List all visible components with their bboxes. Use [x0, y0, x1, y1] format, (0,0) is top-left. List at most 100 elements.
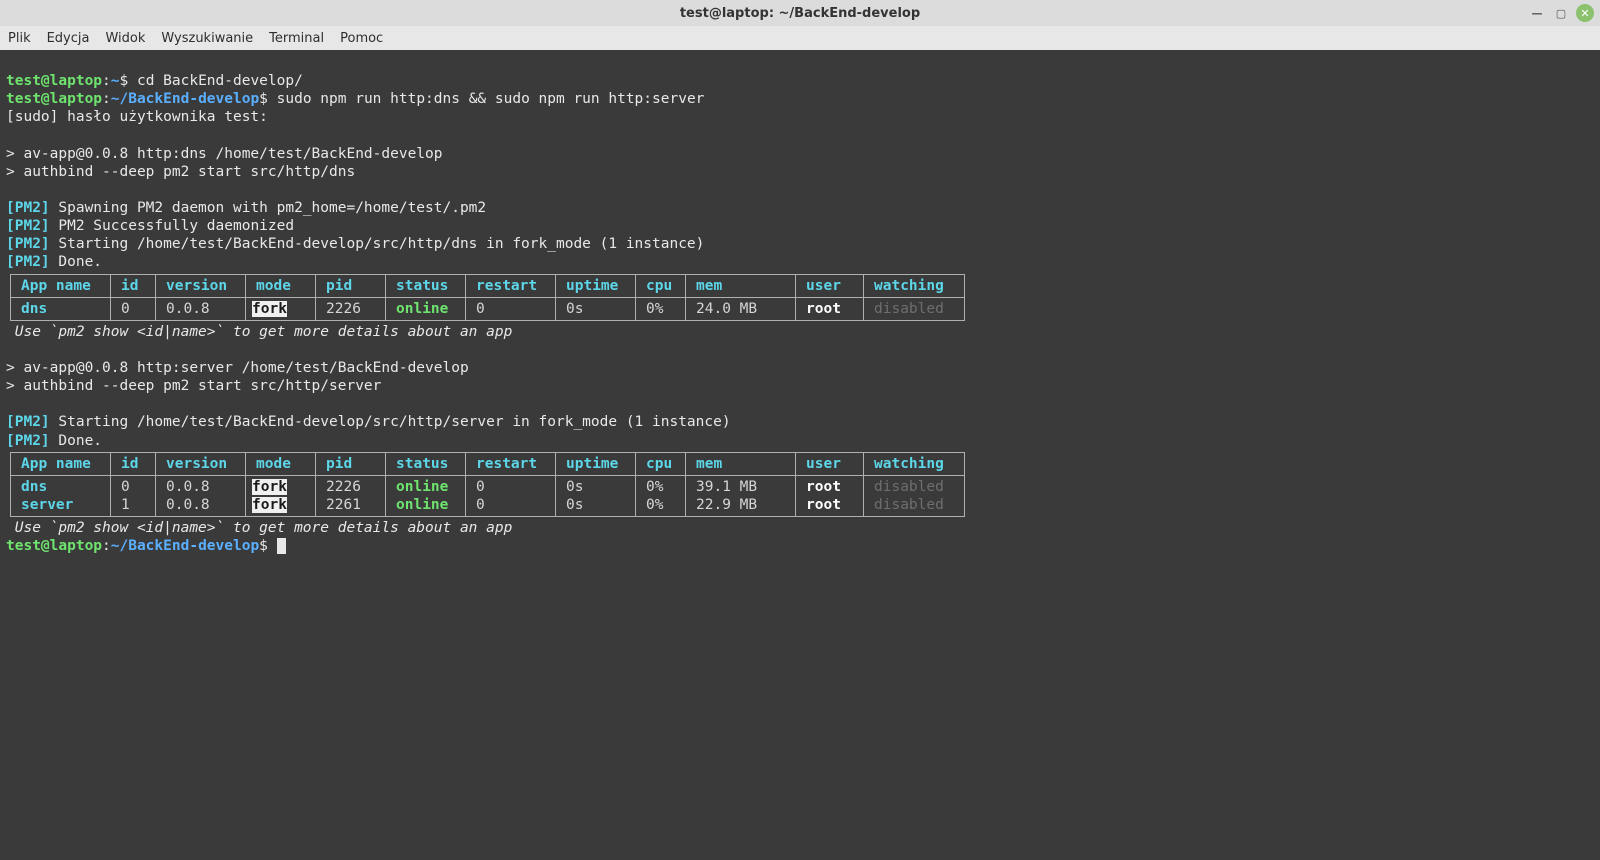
- th-cpu: cpu: [636, 453, 686, 476]
- cell-uptime: 0s: [566, 479, 583, 495]
- menu-item-pomoc[interactable]: Pomoc: [340, 31, 383, 46]
- cell-status: online: [396, 479, 448, 495]
- th-status: status: [386, 453, 466, 476]
- th-status: status: [386, 275, 466, 298]
- pm2-tag: [PM2]: [6, 236, 50, 252]
- th-restart: restart: [466, 275, 556, 298]
- cell-pid: 2261: [326, 497, 361, 513]
- minimize-icon[interactable]: —: [1528, 4, 1546, 22]
- cell-pid: 2226: [316, 298, 386, 320]
- th-mode: mode: [246, 275, 316, 298]
- cell-id: 1: [121, 497, 130, 513]
- cell-user: root: [806, 301, 841, 317]
- pm2-hint: Use `pm2 show <id|name>` to get more det…: [6, 520, 512, 536]
- pm2-tag: [PM2]: [6, 218, 50, 234]
- pm2-line: Spawning PM2 daemon with pm2_home=/home/…: [50, 200, 487, 216]
- th-user: user: [796, 453, 864, 476]
- prompt-path: ~/BackEnd-develop: [111, 538, 259, 554]
- maximize-icon[interactable]: ▢: [1552, 4, 1570, 22]
- th-version: version: [156, 275, 246, 298]
- cell-status: online: [396, 301, 448, 317]
- prompt-symbol: $: [259, 91, 268, 107]
- prompt-user: test@laptop: [6, 538, 102, 554]
- npm-line: > authbind --deep pm2 start src/http/ser…: [6, 378, 381, 394]
- th-mode: mode: [246, 453, 316, 476]
- cell-status: online: [396, 497, 448, 513]
- cell-user: root: [806, 497, 841, 513]
- menu-item-plik[interactable]: Plik: [8, 31, 31, 46]
- th-pid: pid: [316, 275, 386, 298]
- pm2-line: PM2 Successfully daemonized: [50, 218, 294, 234]
- cell-mem: 22.9 MB: [696, 497, 757, 513]
- cell-watching: disabled: [874, 479, 944, 495]
- th-version: version: [156, 453, 246, 476]
- menu-item-wyszukiwanie[interactable]: Wyszukiwanie: [161, 31, 253, 46]
- prompt-path: ~/BackEnd-develop: [111, 91, 259, 107]
- prompt-user: test@laptop: [6, 73, 102, 89]
- prompt-symbol: $: [120, 73, 129, 89]
- prompt-user: test@laptop: [6, 91, 102, 107]
- npm-line: > authbind --deep pm2 start src/http/dns: [6, 164, 355, 180]
- npm-line: > av-app@0.0.8 http:server /home/test/Ba…: [6, 360, 469, 376]
- pm2-table-1: App nameidversionmodepidstatusrestartupt…: [10, 274, 965, 321]
- menu-item-terminal[interactable]: Terminal: [269, 31, 324, 46]
- cell-id: 0: [111, 298, 156, 320]
- sudo-prompt: [sudo] hasło użytkownika test:: [6, 109, 268, 125]
- th-watching: watching: [864, 275, 964, 298]
- cell-restart: 0: [476, 497, 485, 513]
- cell-restart: 0: [476, 479, 485, 495]
- pm2-tag: [PM2]: [6, 414, 50, 430]
- prompt-path: ~: [111, 73, 120, 89]
- window-titlebar: test@laptop: ~/BackEnd-develop — ▢ ✕: [0, 0, 1600, 26]
- th-mem: mem: [686, 275, 796, 298]
- menu-item-widok[interactable]: Widok: [105, 31, 145, 46]
- cell-cpu: 0%: [646, 497, 663, 513]
- cell-app-name: dns: [21, 479, 47, 495]
- pm2-line: Starting /home/test/BackEnd-develop/src/…: [50, 236, 705, 252]
- cell-app-name: server: [21, 497, 73, 513]
- th-id: id: [111, 453, 156, 476]
- th-restart: restart: [466, 453, 556, 476]
- menu-item-edycja[interactable]: Edycja: [47, 31, 90, 46]
- th-app-name: App name: [11, 275, 111, 298]
- th-watching: watching: [864, 453, 964, 476]
- cell-cpu: 0%: [636, 298, 686, 320]
- cell-app-name: dns: [21, 301, 47, 317]
- cell-mem: 39.1 MB: [696, 479, 757, 495]
- pm2-hint: Use `pm2 show <id|name>` to get more det…: [6, 324, 512, 340]
- th-mem: mem: [686, 453, 796, 476]
- npm-line: > av-app@0.0.8 http:dns /home/test/BackE…: [6, 146, 443, 162]
- menu-bar: Plik Edycja Widok Wyszukiwanie Terminal …: [0, 26, 1600, 50]
- cell-mem: 24.0 MB: [686, 298, 796, 320]
- th-pid: pid: [316, 453, 386, 476]
- cell-mode: fork: [252, 301, 287, 317]
- cell-watching: disabled: [874, 301, 944, 317]
- pm2-tag: [PM2]: [6, 254, 50, 270]
- cursor: [277, 538, 286, 554]
- pm2-line: Done.: [50, 433, 102, 449]
- th-id: id: [111, 275, 156, 298]
- cell-mode: fork: [252, 497, 287, 513]
- cell-user: root: [806, 479, 841, 495]
- cell-mode: fork: [252, 479, 287, 495]
- cell-pid: 2226: [326, 479, 361, 495]
- command-run: sudo npm run http:dns && sudo npm run ht…: [277, 91, 705, 107]
- cell-uptime: 0s: [556, 298, 636, 320]
- cell-watching: disabled: [874, 497, 944, 513]
- cell-version: 0.0.8: [156, 298, 246, 320]
- th-uptime: uptime: [556, 453, 636, 476]
- pm2-tag: [PM2]: [6, 433, 50, 449]
- cell-version: 0.0.8: [166, 479, 210, 495]
- pm2-line: Starting /home/test/BackEnd-develop/src/…: [50, 414, 731, 430]
- terminal-output[interactable]: test@laptop:~$ cd BackEnd-develop/ test@…: [0, 50, 1600, 860]
- cell-cpu: 0%: [646, 479, 663, 495]
- close-icon[interactable]: ✕: [1576, 4, 1594, 22]
- th-uptime: uptime: [556, 275, 636, 298]
- window-title: test@laptop: ~/BackEnd-develop: [680, 6, 920, 21]
- command-cd: cd BackEnd-develop/: [137, 73, 303, 89]
- prompt-symbol: $: [259, 538, 268, 554]
- pm2-line: Done.: [50, 254, 102, 270]
- th-cpu: cpu: [636, 275, 686, 298]
- cell-restart: 0: [466, 298, 556, 320]
- cell-uptime: 0s: [566, 497, 583, 513]
